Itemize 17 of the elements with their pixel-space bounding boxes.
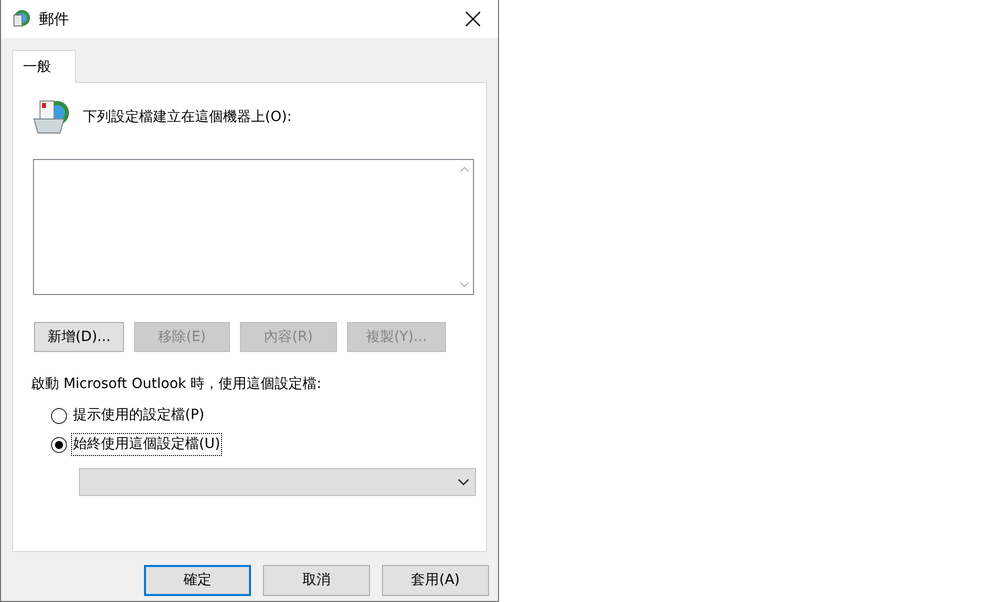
profile-button[interactable]: 新增(D)... <box>34 322 124 352</box>
close-icon[interactable] <box>465 11 481 27</box>
radio-button[interactable] <box>51 436 67 452</box>
mail-globe-icon <box>11 9 31 29</box>
window-title: 郵件 <box>39 8 69 30</box>
radio-label[interactable]: 始終使用這個設定檔(U) <box>71 433 222 456</box>
scroll-down-icon[interactable] <box>460 282 469 288</box>
dialog-button[interactable]: 取消 <box>263 565 370 596</box>
profiles-label: 下列設定檔建立在這個機器上(O): <box>83 108 292 126</box>
chevron-down-icon <box>458 478 469 486</box>
radio-button[interactable] <box>51 408 67 424</box>
dialog-button[interactable]: 確定 <box>144 565 251 596</box>
tab[interactable]: 一般 <box>12 50 76 83</box>
startup-label: 啟動 Microsoft Outlook 時，使用這個設定檔: <box>31 375 322 394</box>
dialog-button[interactable]: 套用(A) <box>382 565 489 596</box>
radio-label[interactable]: 提示使用的設定檔(P) <box>71 404 206 427</box>
scroll-up-icon[interactable] <box>460 166 469 172</box>
